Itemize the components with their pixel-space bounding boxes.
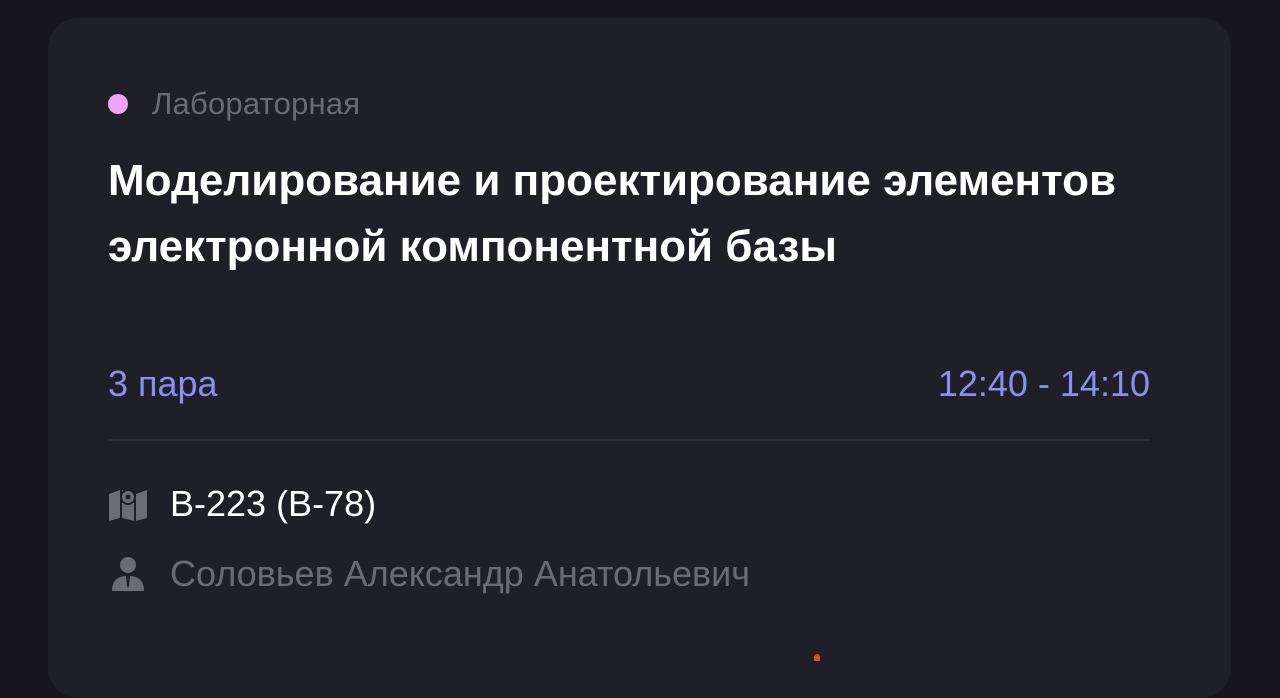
map-icon [108,484,148,524]
lesson-card[interactable]: Лабораторная Моделирование и проектирова… [48,18,1231,698]
lesson-type-label: Лабораторная [152,86,361,121]
lesson-meta: 3 пара 12:40 - 14:10 [108,363,1150,405]
lesson-room: В-223 (В-78) [108,483,376,525]
person-icon [108,554,148,594]
lesson-title: Моделирование и проектирование элементов… [108,156,1117,271]
lesson-type: Лабораторная [108,84,360,124]
scroll-indicator [814,654,820,661]
lesson-teacher: Соловьев Александр Анатольевич [108,553,750,595]
lesson-room-label: В-223 (В-78) [170,483,377,524]
lesson-time: 12:40 - 14:10 [937,363,1150,404]
lesson-pair: 3 пара [108,363,218,404]
lesson-teacher-label: Соловьев Александр Анатольевич [170,553,751,594]
divider [108,439,1150,441]
lesson-type-dot-icon [108,94,128,114]
